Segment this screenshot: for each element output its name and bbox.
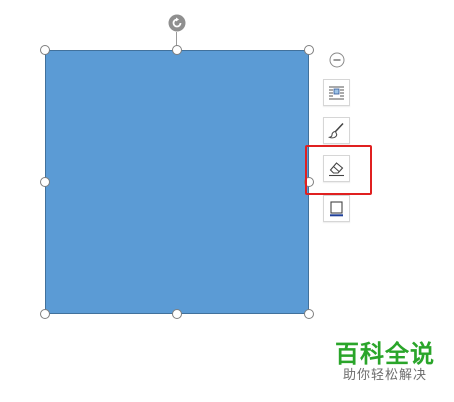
minus-circle-icon[interactable] (329, 52, 345, 68)
blue-rectangle-shape[interactable] (45, 50, 309, 314)
watermark-logo: 百科全说 助你轻松解决 (330, 340, 440, 384)
border-icon (330, 201, 343, 217)
resize-handle-top-left[interactable] (40, 45, 50, 55)
resize-handle-middle-left[interactable] (40, 177, 50, 187)
paint-brush-icon (328, 122, 344, 139)
watermark-title: 百科全说 (335, 340, 435, 368)
red-highlight-box (305, 145, 372, 195)
watermark-subtitle: 助你轻松解决 (342, 368, 427, 383)
rotate-handle-stem (176, 32, 177, 46)
wrap-text-icon (329, 86, 344, 100)
border-button[interactable] (323, 195, 350, 222)
resize-handle-top-center[interactable] (172, 45, 182, 55)
resize-handle-bottom-right[interactable] (304, 309, 314, 319)
shape-fill-button[interactable] (323, 117, 350, 144)
resize-handle-bottom-center[interactable] (172, 309, 182, 319)
wrap-text-button[interactable] (323, 79, 350, 106)
resize-handle-top-right[interactable] (304, 45, 314, 55)
rotate-handle-icon[interactable] (168, 14, 186, 32)
resize-handle-bottom-left[interactable] (40, 309, 50, 319)
